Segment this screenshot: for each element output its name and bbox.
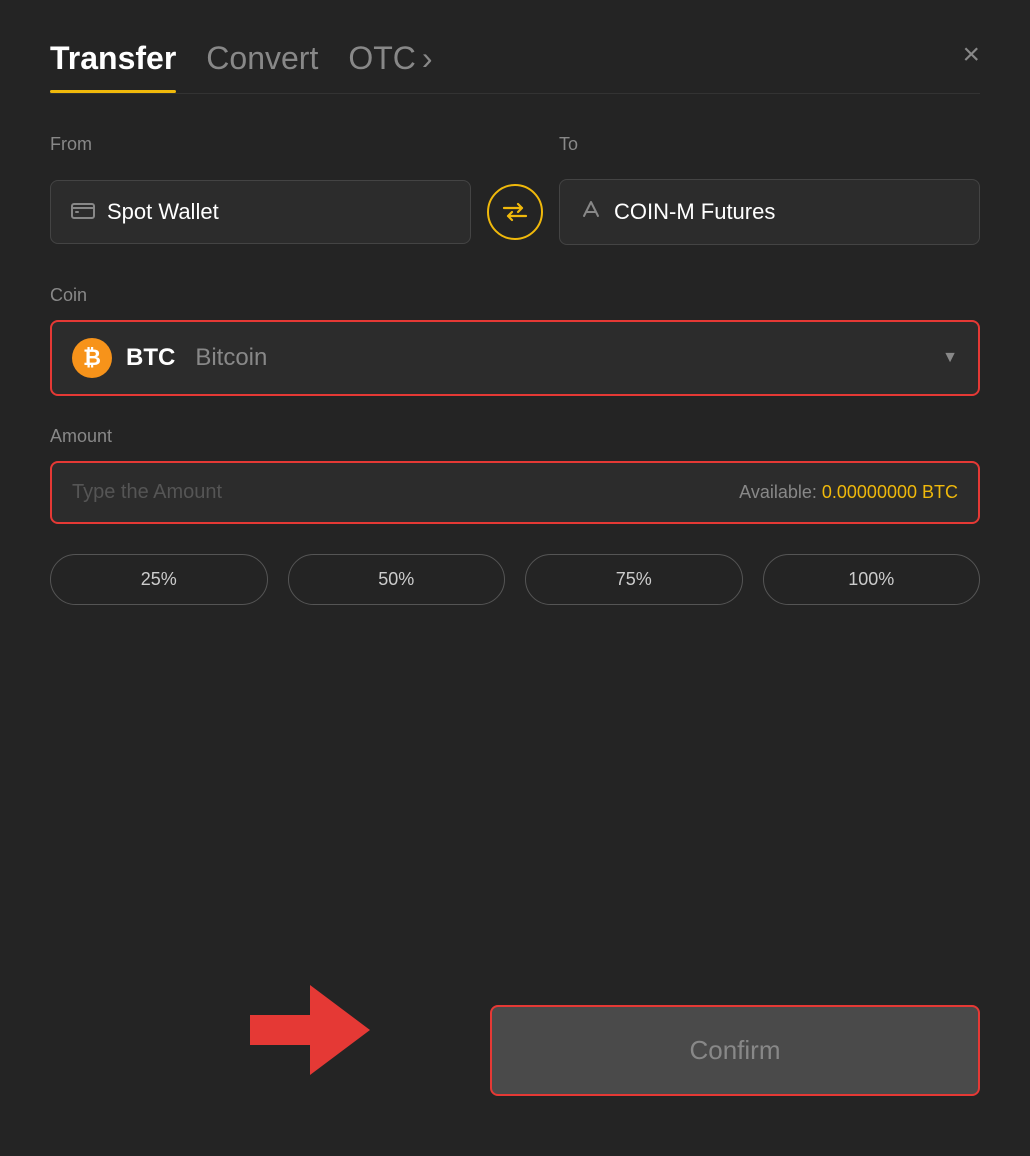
tab-otc[interactable]: OTC › [348,40,432,93]
available-text: Available: 0.00000000 BTC [739,482,958,503]
to-wallet-selector[interactable]: COIN-M Futures [559,179,980,245]
amount-placeholder: Type the Amount [72,481,222,504]
amount-section: Amount Type the Amount Available: 0.0000… [50,426,980,524]
tab-convert[interactable]: Convert [206,40,318,93]
confirm-button[interactable]: Confirm [490,1005,980,1096]
wallet-icon [71,199,95,225]
coin-label: Coin [50,285,980,306]
bottom-area: Confirm [50,1005,980,1096]
to-wallet-name: COIN-M Futures [614,199,775,225]
btc-icon: ₿ [72,338,112,378]
chevron-right-icon: › [422,40,433,77]
amount-input-box[interactable]: Type the Amount Available: 0.00000000 BT… [50,461,980,524]
close-button[interactable]: × [962,40,980,70]
amount-label: Amount [50,426,980,447]
available-amount: 0.00000000 BTC [822,482,958,502]
percent-buttons-row: 25% 50% 75% 100% [50,554,980,605]
from-to-labels-row: From To [50,134,980,169]
tab-transfer[interactable]: Transfer [50,40,176,93]
from-label: From [50,134,471,155]
modal-header: Transfer Convert OTC › × [50,40,980,93]
percent-75-button[interactable]: 75% [525,554,743,605]
coin-section: Coin ₿ BTC Bitcoin ▼ [50,285,980,396]
header-divider [50,93,980,94]
percent-50-button[interactable]: 50% [288,554,506,605]
from-wallet-name: Spot Wallet [107,199,219,225]
percent-100-button[interactable]: 100% [763,554,981,605]
arrow-indicator [250,985,370,1086]
percent-25-button[interactable]: 25% [50,554,268,605]
coin-symbol: BTC [126,344,175,372]
to-label: To [559,134,980,155]
coin-dropdown[interactable]: ₿ BTC Bitcoin ▼ [50,320,980,396]
transfer-modal: Transfer Convert OTC › × From To Spot [0,0,1030,1156]
coin-name: Bitcoin [195,344,267,372]
from-wallet-selector[interactable]: Spot Wallet [50,180,471,244]
dropdown-arrow-icon: ▼ [942,349,958,367]
from-to-row: Spot Wallet COIN-M Futures [50,179,980,245]
futures-icon [580,198,602,226]
swap-button[interactable] [487,184,543,240]
